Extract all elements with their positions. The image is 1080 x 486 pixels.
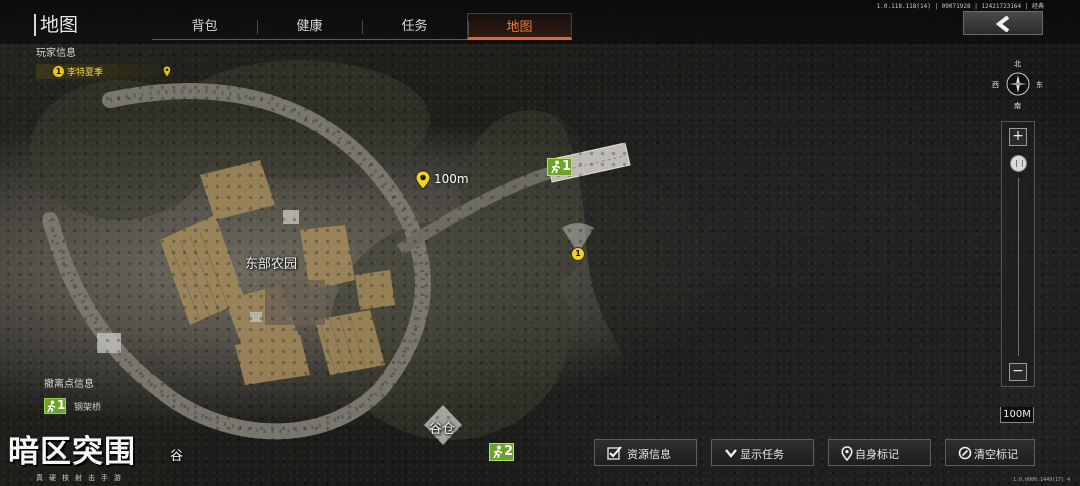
resource-info-button[interactable]: 资源信息 bbox=[594, 439, 697, 466]
extraction-info-panel: 撤离点信息 1 钢架桥 bbox=[36, 378, 176, 418]
show-tasks-label: 显示任务 bbox=[740, 448, 784, 461]
extraction-name: 钢架桥 bbox=[74, 403, 102, 413]
running-man-icon bbox=[493, 445, 503, 459]
running-man-icon bbox=[47, 400, 56, 413]
farm-fields bbox=[160, 160, 395, 385]
waypoint-pin-icon[interactable] bbox=[415, 170, 431, 190]
zoom-out-button[interactable]: − bbox=[1009, 363, 1027, 381]
map-scale: 100M bbox=[1000, 407, 1034, 423]
extraction-row[interactable]: 1 钢架桥 bbox=[36, 396, 176, 418]
tab-tasks[interactable]: 任务 bbox=[362, 13, 467, 40]
location-pin-icon bbox=[841, 446, 853, 461]
checkbox-icon bbox=[607, 446, 622, 460]
compass-south: 南 bbox=[1014, 102, 1021, 110]
tab-backpack[interactable]: 背包 bbox=[152, 13, 257, 40]
show-tasks-button[interactable]: 显示任务 bbox=[711, 439, 814, 466]
location-pin-icon bbox=[163, 66, 171, 77]
logo-subtitle: 真硬核射击手游 bbox=[36, 474, 127, 482]
chevron-left-icon bbox=[995, 16, 1010, 32]
zoom-slider-track[interactable] bbox=[1018, 178, 1019, 356]
resource-info-label: 资源信息 bbox=[627, 448, 671, 461]
player-number-badge: 1 bbox=[53, 66, 64, 77]
exit-badge-number: 1 bbox=[57, 398, 66, 412]
exit-marker-2[interactable]: 2 bbox=[489, 443, 514, 461]
zoom-in-button[interactable]: + bbox=[1009, 128, 1027, 146]
compass: 北 南 西 东 bbox=[990, 56, 1046, 112]
player-name: 李特夏季 bbox=[67, 68, 104, 78]
tab-health[interactable]: 健康 bbox=[257, 13, 362, 40]
screen-title: 地图 bbox=[34, 14, 78, 36]
extraction-info-title: 撤离点信息 bbox=[44, 379, 94, 390]
player-row[interactable]: 1 李特夏季 bbox=[36, 64, 176, 79]
bottom-version-text: 1.0.0000.1449(17) 4 bbox=[1013, 477, 1071, 483]
area-label-barn: 谷仓 bbox=[429, 422, 456, 437]
game-logo: 暗区突围 真硬核射击手游 bbox=[2, 434, 167, 486]
top-bar: 地图 背包 健康 任务 地图 1.0.118.118(14) | 0907192… bbox=[0, 0, 1080, 44]
compass-east: 东 bbox=[1036, 81, 1043, 89]
self-marker-button[interactable]: 自身标记 bbox=[828, 439, 931, 466]
zoom-slider-handle[interactable] bbox=[1010, 155, 1027, 172]
compass-north: 北 bbox=[1014, 60, 1021, 68]
logo-title: 暗区突围 bbox=[8, 434, 136, 470]
tab-map[interactable]: 地图 bbox=[467, 13, 572, 40]
tab-bar: 背包 健康 任务 地图 bbox=[152, 13, 572, 40]
version-text: 1.0.118.118(14) | 09071928 | 12421723164… bbox=[876, 3, 1044, 10]
waypoint-distance: 100m bbox=[434, 172, 469, 186]
chevron-down-icon bbox=[725, 449, 737, 458]
exit-marker-1-number: 1 bbox=[562, 159, 572, 174]
back-button[interactable] bbox=[963, 11, 1043, 35]
exit-marker-2-number: 2 bbox=[504, 444, 514, 459]
area-label-partial: 谷 bbox=[170, 449, 184, 464]
self-marker-label: 自身标记 bbox=[855, 448, 899, 461]
clear-markers-button[interactable]: 清空标记 bbox=[945, 439, 1035, 466]
player-info-title: 玩家信息 bbox=[36, 48, 76, 59]
running-man-icon bbox=[551, 160, 561, 174]
exit-marker-1[interactable]: 1 bbox=[547, 158, 572, 176]
area-label-east-farm: 东部农园 bbox=[245, 257, 298, 272]
compass-west: 西 bbox=[992, 81, 999, 89]
clear-marker-icon bbox=[958, 446, 972, 460]
clear-markers-label: 清空标记 bbox=[974, 448, 1018, 461]
player-marker: 1 bbox=[571, 247, 585, 261]
exit-badge: 1 bbox=[44, 398, 66, 414]
player-info-panel: 玩家信息 1 李特夏季 bbox=[36, 47, 176, 79]
